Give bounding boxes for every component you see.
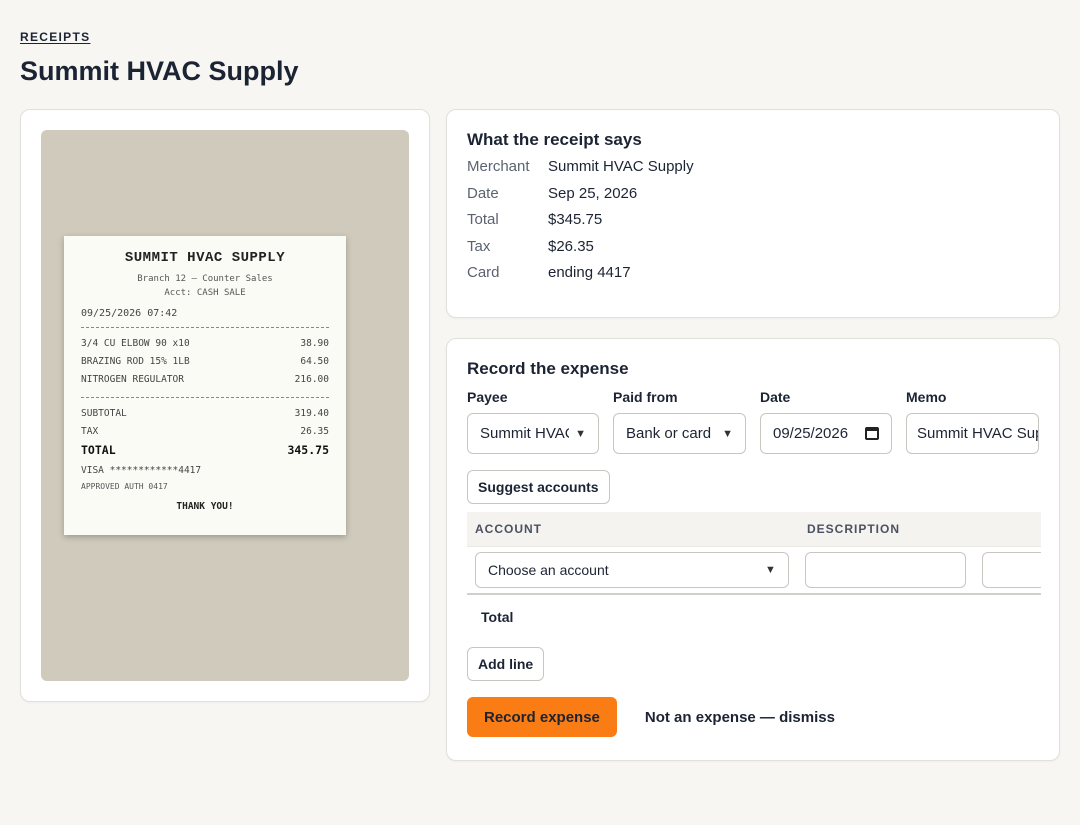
paid-from-select[interactable]: Bank or card ▼ bbox=[613, 413, 746, 454]
date-label: Date bbox=[760, 389, 791, 405]
summary-value: Sep 25, 2026 bbox=[548, 184, 638, 202]
receipt-auth-line: APPROVED AUTH 0417 bbox=[81, 482, 168, 491]
receipt-total-label: TOTAL bbox=[81, 443, 116, 457]
summary-label: Card bbox=[467, 264, 500, 281]
receipt-tax-value: 26.35 bbox=[300, 426, 329, 437]
date-value: 09/25/2026 bbox=[773, 425, 849, 442]
breadcrumb[interactable]: RECEIPTS bbox=[20, 30, 90, 44]
receipt-item-name: BRAZING ROD 15% 1LB bbox=[81, 356, 190, 367]
receipt-thanks: THANK YOU! bbox=[176, 501, 234, 512]
receipt-card-line: VISA ************4417 bbox=[81, 465, 202, 476]
receipt-subtotal-label: SUBTOTAL bbox=[81, 408, 127, 419]
suggest-accounts-button[interactable]: Suggest accounts bbox=[467, 470, 610, 504]
summary-value: $26.35 bbox=[548, 237, 594, 255]
receipt-tax-row: TAX 26.35 bbox=[81, 423, 329, 441]
receipt-store-name: SUMMIT HVAC SUPPLY bbox=[124, 250, 286, 266]
memo-field: Memo Summit HVAC Supply bbox=[906, 389, 1039, 454]
receipt-total-value: 345.75 bbox=[287, 443, 329, 457]
expense-lines-table: ACCOUNT DESCRIPTION Choose an account ▼ … bbox=[467, 512, 1041, 639]
account-select[interactable]: Choose an account ▼ bbox=[475, 552, 789, 588]
receipt-subtotal-value: 319.40 bbox=[294, 408, 329, 419]
payee-label: Payee bbox=[467, 389, 508, 405]
summary-row-merchant: Merchant Summit HVAC Supply bbox=[467, 158, 1039, 177]
dismiss-link[interactable]: Not an expense — dismiss bbox=[645, 709, 835, 726]
record-title: Record the expense bbox=[467, 359, 629, 378]
summary-row-date: Date Sep 25, 2026 bbox=[467, 185, 1039, 204]
receipt-line-item: NITROGEN REGULATOR 216.00 bbox=[81, 371, 329, 389]
payee-select[interactable]: Summit HVAC Supply ▼ bbox=[467, 413, 599, 454]
receipt-item-name: NITROGEN REGULATOR bbox=[81, 374, 184, 385]
summary-value: Summit HVAC Supply bbox=[548, 158, 694, 175]
receipt-line-item: BRAZING ROD 15% 1LB 64.50 bbox=[81, 353, 329, 371]
add-line-button[interactable]: Add line bbox=[467, 647, 545, 681]
receipt-item-name: 3/4 CU ELBOW 90 x10 bbox=[81, 338, 190, 349]
paid-from-field: Paid from Bank or card ▼ bbox=[613, 389, 746, 454]
receipt-summary-card: What the receipt says Merchant Summit HV… bbox=[446, 109, 1060, 318]
expense-fields: Payee Summit HVAC Supply ▼ Paid from Ban… bbox=[467, 389, 1039, 454]
receipt-line-item: 3/4 CU ELBOW 90 x10 38.90 bbox=[81, 335, 329, 353]
receipt-item-amount: 38.90 bbox=[300, 338, 329, 349]
receipt-divider bbox=[81, 397, 329, 398]
summary-row-total: Total $345.75 bbox=[467, 211, 1039, 230]
receipt-item-amount: 216.00 bbox=[294, 374, 329, 385]
summary-label: Total bbox=[467, 211, 499, 228]
summary-value: $345.75 bbox=[548, 211, 603, 228]
column-account: ACCOUNT bbox=[475, 522, 542, 536]
summary-label: Date bbox=[467, 184, 499, 202]
table-row: Choose an account ▼ bbox=[467, 546, 1041, 595]
summary-label: Tax bbox=[467, 237, 491, 255]
receipt-divider bbox=[81, 327, 329, 328]
paid-from-label: Paid from bbox=[613, 389, 678, 405]
page-title: Summit HVAC Supply bbox=[20, 56, 299, 86]
receipt-subtotal-row: SUBTOTAL 319.40 bbox=[81, 405, 329, 423]
chevron-down-icon: ▼ bbox=[722, 427, 733, 440]
summary-title: What the receipt says bbox=[467, 130, 642, 149]
summary-label: Merchant bbox=[467, 158, 530, 175]
date-input[interactable]: 09/25/2026 bbox=[760, 413, 892, 454]
record-expense-button[interactable]: Record expense bbox=[467, 697, 617, 737]
table-header: ACCOUNT DESCRIPTION bbox=[467, 512, 1041, 546]
chevron-down-icon: ▼ bbox=[575, 427, 586, 440]
receipt-paper: SUMMIT HVAC SUPPLY Branch 12 – Counter S… bbox=[64, 236, 346, 535]
summary-row-card: Card ending 4417 bbox=[467, 264, 1039, 283]
payee-field: Payee Summit HVAC Supply ▼ bbox=[467, 389, 599, 454]
summary-value: ending 4417 bbox=[548, 264, 631, 281]
date-field: Date 09/25/2026 bbox=[760, 389, 892, 454]
memo-value: Summit HVAC Supply bbox=[917, 425, 1038, 442]
form-actions: Record expense Not an expense — dismiss bbox=[467, 697, 1039, 737]
receipt-datetime: 09/25/2026 07:42 bbox=[81, 308, 178, 319]
receipt-total-row: TOTAL 345.75 bbox=[81, 441, 329, 459]
table-total: Total bbox=[481, 609, 514, 625]
payee-value: Summit HVAC Supply bbox=[480, 425, 569, 442]
account-select-value: Choose an account bbox=[488, 562, 609, 578]
memo-label: Memo bbox=[906, 389, 947, 405]
receipt-acct: Acct: CASH SALE bbox=[164, 288, 246, 298]
calendar-icon[interactable] bbox=[865, 427, 879, 440]
memo-input[interactable]: Summit HVAC Supply bbox=[906, 413, 1039, 454]
receipt-branch: Branch 12 – Counter Sales bbox=[137, 274, 273, 284]
description-input[interactable] bbox=[804, 552, 967, 588]
receipt-image-card: SUMMIT HVAC SUPPLY Branch 12 – Counter S… bbox=[20, 109, 430, 702]
receipt-tax-label: TAX bbox=[81, 426, 99, 437]
amount-input[interactable] bbox=[982, 552, 1041, 588]
column-description: DESCRIPTION bbox=[807, 522, 901, 536]
summary-row-tax: Tax $26.35 bbox=[467, 238, 1039, 257]
receipt-item-amount: 64.50 bbox=[300, 356, 329, 367]
paid-from-value: Bank or card bbox=[626, 425, 712, 442]
record-expense-card: Record the expense Payee Summit HVAC Sup… bbox=[446, 338, 1060, 761]
chevron-down-icon: ▼ bbox=[765, 564, 776, 576]
